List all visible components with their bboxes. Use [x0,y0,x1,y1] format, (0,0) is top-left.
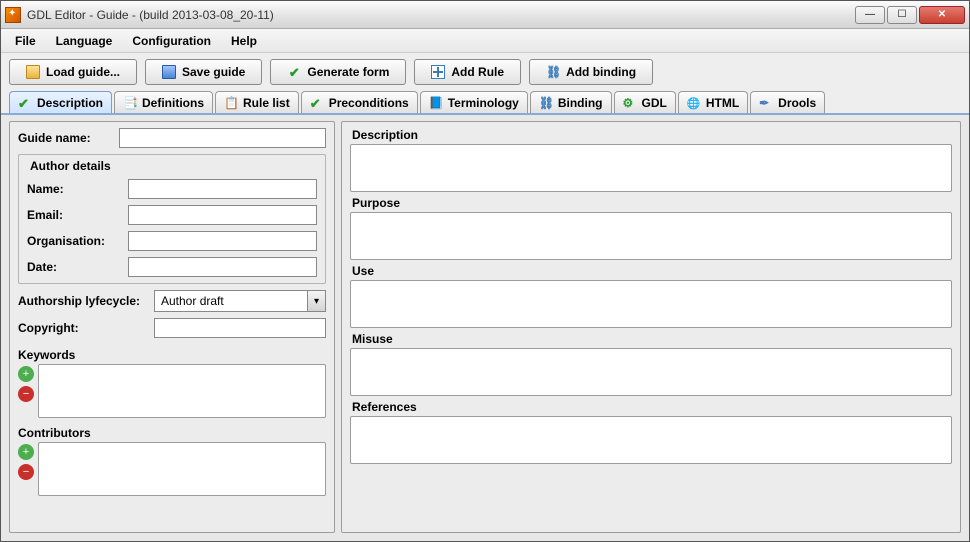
description-section-label: Description [352,128,952,142]
menubar: File Language Configuration Help [1,29,969,53]
link-icon [539,96,553,110]
description-textarea[interactable] [350,144,952,192]
lifecycle-value: Author draft [155,294,307,308]
plus-icon [431,65,445,79]
organisation-label: Organisation: [27,234,122,248]
rule-list-icon [224,96,238,110]
gdl-icon [623,96,637,110]
purpose-textarea[interactable] [350,212,952,260]
use-section-label: Use [352,264,952,278]
close-button[interactable]: ✕ [919,6,965,24]
check-icon [287,65,301,79]
keywords-list[interactable] [38,364,326,418]
save-guide-button[interactable]: Save guide [145,59,262,85]
tab-definitions-label: Definitions [142,96,204,110]
check-icon [310,96,324,110]
terminology-icon [429,96,443,110]
email-input[interactable] [128,205,317,225]
window-controls: — ☐ ✕ [855,6,965,24]
menu-language[interactable]: Language [48,31,121,51]
tab-html[interactable]: HTML [678,91,748,113]
remove-contributor-button[interactable]: − [18,464,34,480]
date-input[interactable] [128,257,317,277]
menu-help[interactable]: Help [223,31,265,51]
add-rule-label: Add Rule [451,65,504,79]
toolbar: Load guide... Save guide Generate form A… [1,53,969,91]
left-pane: Guide name: Author details Name: Email: … [9,121,335,533]
tab-binding-label: Binding [558,96,603,110]
link-icon [546,65,560,79]
minimize-button[interactable]: — [855,6,885,24]
contributors-list[interactable] [38,442,326,496]
purpose-section-label: Purpose [352,196,952,210]
tab-terminology[interactable]: Terminology [420,91,528,113]
tab-description-label: Description [37,96,103,110]
html-icon [687,96,701,110]
definitions-icon [123,96,137,110]
right-pane: Description Purpose Use Misuse Reference… [341,121,961,533]
add-binding-button[interactable]: Add binding [529,59,653,85]
save-guide-label: Save guide [182,65,245,79]
tab-rule-list[interactable]: Rule list [215,91,299,113]
contributors-label: Contributors [18,426,326,440]
tab-binding[interactable]: Binding [530,91,612,113]
author-details-fieldset: Author details Name: Email: Organisation… [18,154,326,284]
tab-gdl[interactable]: GDL [614,91,676,113]
contributors-row: + − [18,442,326,496]
copyright-label: Copyright: [18,321,148,335]
tab-preconditions-label: Preconditions [329,96,409,110]
lifecycle-label: Authorship lyfecycle: [18,294,148,308]
organisation-input[interactable] [128,231,317,251]
load-guide-button[interactable]: Load guide... [9,59,137,85]
drools-icon [759,96,773,110]
generate-form-button[interactable]: Generate form [270,59,406,85]
tabstrip: Description Definitions Rule list Precon… [1,91,969,115]
titlebar: GDL Editor - Guide - (build 2013-03-08_2… [1,1,969,29]
tab-description[interactable]: Description [9,91,112,113]
email-label: Email: [27,208,122,222]
add-contributor-button[interactable]: + [18,444,34,460]
use-textarea[interactable] [350,280,952,328]
add-rule-button[interactable]: Add Rule [414,59,521,85]
maximize-button[interactable]: ☐ [887,6,917,24]
add-binding-label: Add binding [566,65,636,79]
tab-drools-label: Drools [778,96,816,110]
copyright-input[interactable] [154,318,326,338]
tab-rule-list-label: Rule list [243,96,290,110]
disk-icon [162,65,176,79]
misuse-section-label: Misuse [352,332,952,346]
name-label: Name: [27,182,122,196]
tab-terminology-label: Terminology [448,96,519,110]
guide-name-input[interactable] [119,128,326,148]
tab-preconditions[interactable]: Preconditions [301,91,418,113]
name-input[interactable] [128,179,317,199]
author-details-legend: Author details [27,159,114,173]
tab-gdl-label: GDL [642,96,667,110]
misuse-textarea[interactable] [350,348,952,396]
app-window: GDL Editor - Guide - (build 2013-03-08_2… [0,0,970,542]
references-textarea[interactable] [350,416,952,464]
window-title: GDL Editor - Guide - (build 2013-03-08_2… [27,8,855,22]
menu-configuration[interactable]: Configuration [124,31,219,51]
date-label: Date: [27,260,122,274]
app-icon [5,7,21,23]
remove-keyword-button[interactable]: − [18,386,34,402]
add-keyword-button[interactable]: + [18,366,34,382]
tab-html-label: HTML [706,96,739,110]
generate-form-label: Generate form [307,65,389,79]
check-icon [18,96,32,110]
references-section-label: References [352,400,952,414]
keywords-label: Keywords [18,348,326,362]
tab-drools[interactable]: Drools [750,91,825,113]
load-guide-label: Load guide... [46,65,120,79]
guide-name-label: Guide name: [18,131,113,145]
content-area: Guide name: Author details Name: Email: … [1,115,969,541]
keywords-row: + − [18,364,326,418]
chevron-down-icon[interactable] [307,291,325,311]
folder-icon [26,65,40,79]
tab-definitions[interactable]: Definitions [114,91,213,113]
lifecycle-dropdown[interactable]: Author draft [154,290,326,312]
menu-file[interactable]: File [7,31,44,51]
